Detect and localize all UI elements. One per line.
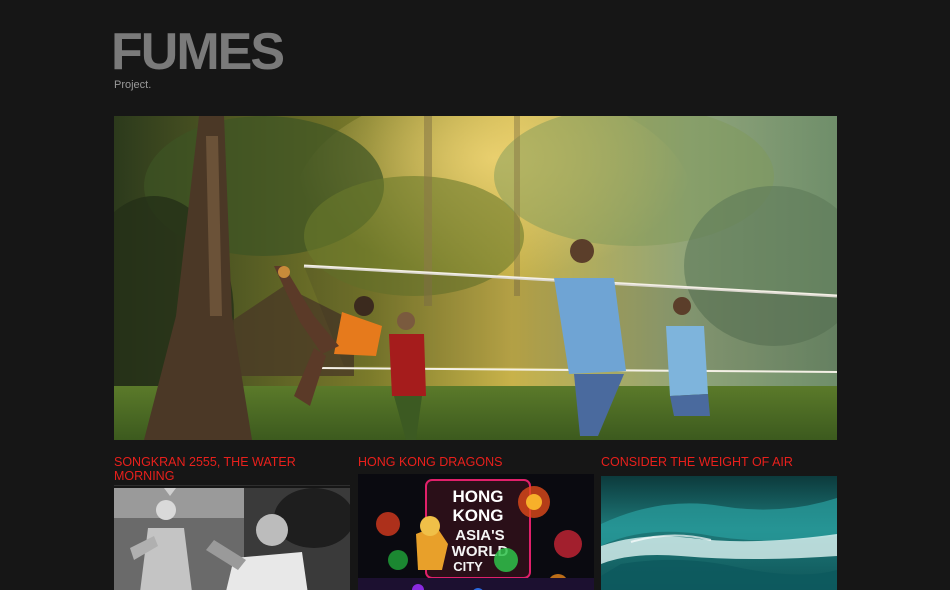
divider: [114, 485, 350, 486]
sign-text: HONG: [453, 487, 504, 506]
post-thumbnail[interactable]: HONG KONG ASIA'S WORLD CITY: [358, 474, 594, 590]
hero-photo-image: [114, 116, 837, 440]
photo-buddha-statue-image: [114, 488, 350, 590]
sign-text: CITY: [453, 559, 483, 574]
sign-text: ASIA'S: [455, 527, 504, 544]
post-title-link[interactable]: SONGKRAN 2555, THE WATER MORNING: [114, 455, 350, 483]
page: FUMES Project. SONGKRAN 2555, THE WATER …: [0, 0, 950, 590]
post-thumbnail[interactable]: [601, 476, 837, 590]
post-thumbnail[interactable]: [114, 488, 350, 590]
sign-text: KONG: [453, 506, 504, 525]
photo-hong-kong-neon-sign-image: HONG KONG ASIA'S WORLD CITY: [358, 474, 594, 590]
post-card: SONGKRAN 2555, THE WATER MORNING: [114, 455, 350, 486]
site-tagline: Project.: [114, 79, 152, 91]
site-logo[interactable]: FUMES: [111, 22, 285, 82]
hero-photo[interactable]: [114, 116, 837, 440]
photo-ocean-wave-image: [601, 476, 837, 590]
